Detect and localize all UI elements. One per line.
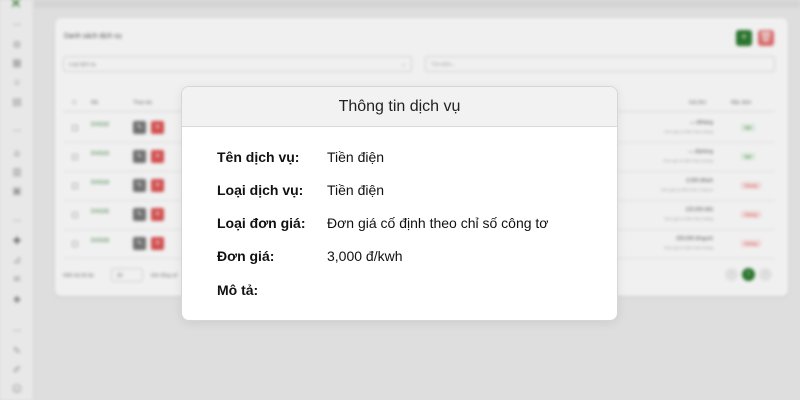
field-label: Đơn giá: <box>217 248 275 264</box>
modal-title: Thông tin dịch vụ <box>182 87 617 127</box>
field-description: Mô tả: <box>217 282 597 302</box>
field-value: Đơn giá cố định theo chỉ số công tơ <box>327 215 549 231</box>
field-service-name: Tên dịch vụ: Tiền điện <box>217 149 597 169</box>
field-value: Tiền điện <box>327 182 385 198</box>
field-unit-price: Đơn giá: 3,000 đ/kwh <box>217 248 597 268</box>
field-service-type: Loại dịch vụ: Tiền điện <box>217 182 597 202</box>
field-label: Tên dịch vụ: <box>217 149 300 165</box>
field-label: Mô tả: <box>217 282 259 298</box>
field-price-type: Loại đơn giá: Đơn giá cố định theo chỉ s… <box>217 215 597 235</box>
field-value: 3,000 đ/kwh <box>327 248 403 264</box>
field-label: Loại đơn giá: <box>217 215 306 231</box>
field-value: Tiền điện <box>327 149 385 165</box>
service-info-modal: Thông tin dịch vụ Tên dịch vụ: Tiền điện… <box>181 86 618 321</box>
field-label: Loại dịch vụ: <box>217 182 304 198</box>
